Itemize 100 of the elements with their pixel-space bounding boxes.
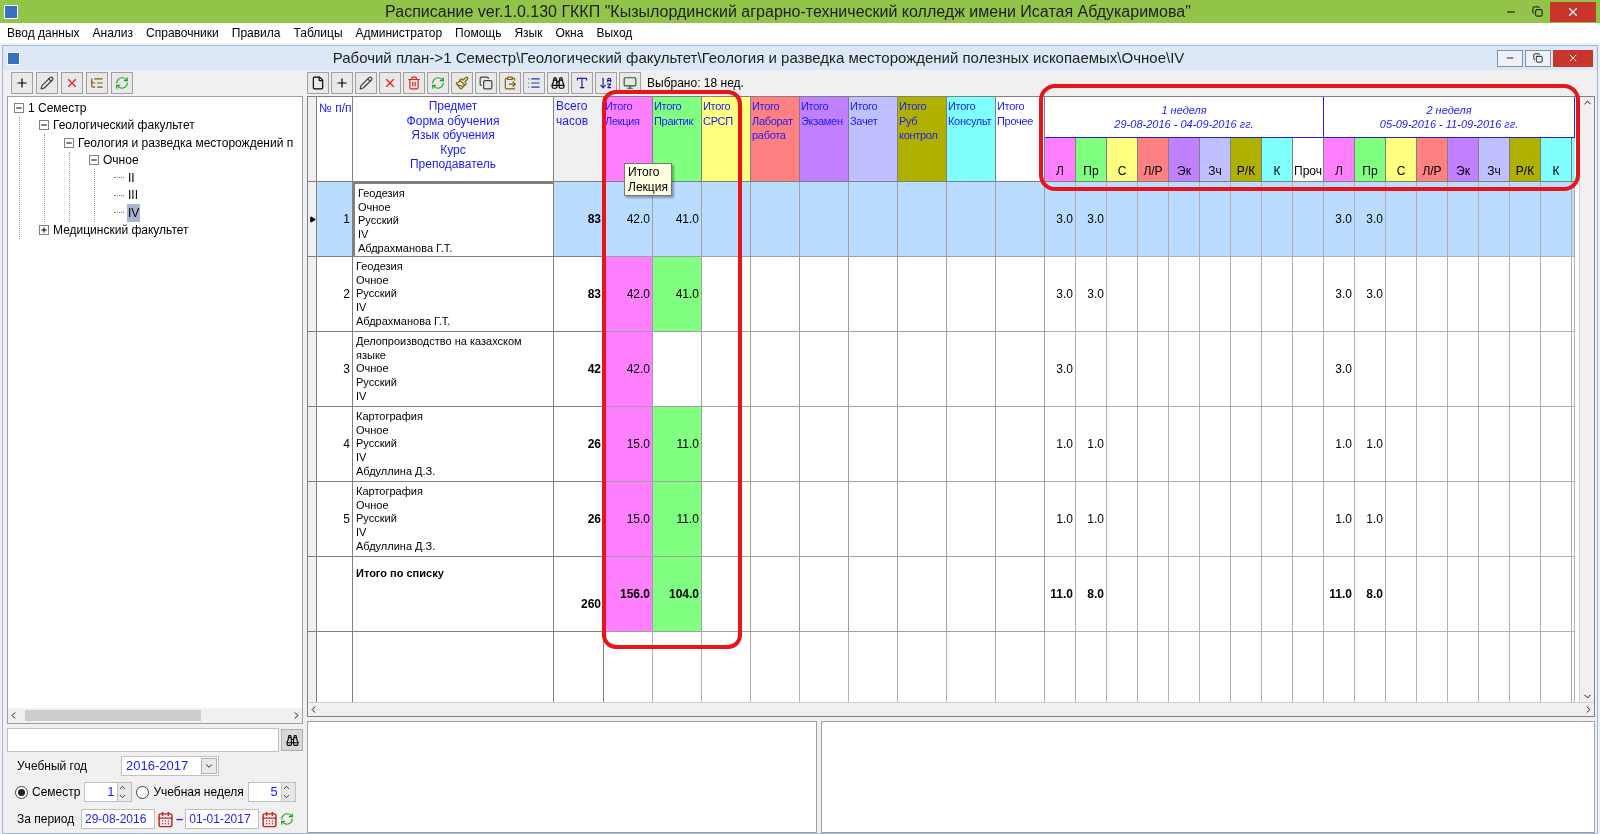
- add-button[interactable]: [11, 72, 33, 94]
- column-header[interactable]: С: [1107, 138, 1138, 182]
- menu-item[interactable]: Выход: [596, 24, 633, 42]
- new-button[interactable]: [307, 72, 329, 94]
- table-cell: 3.0: [1045, 182, 1076, 257]
- tree-item[interactable]: 1 Семестр: [27, 98, 88, 117]
- column-header[interactable]: Р/К: [1231, 138, 1262, 182]
- refresh-icon[interactable]: [280, 812, 295, 826]
- add-button[interactable]: [331, 72, 353, 94]
- table-row[interactable]: 5 Картография Очное Русский IV Абдуллина Д.З. 26 15.0 11.0 1.0 1.0 1.0 1.0: [308, 482, 1575, 557]
- table-cell: 11.0: [1045, 557, 1076, 632]
- column-header[interactable]: Итого Консульт: [947, 97, 996, 182]
- column-header[interactable]: Пр: [1076, 138, 1107, 182]
- table-row[interactable]: 3 Делопроизводство на казахском языке Очное Русский IV 42 42.0 3.0 3.0: [308, 332, 1575, 407]
- menu-item[interactable]: Анализ: [92, 24, 134, 42]
- column-header[interactable]: Предмет Форма обучения Язык обучения Курс Преподаватель: [353, 97, 554, 182]
- row-header[interactable]: [308, 182, 317, 257]
- search-field[interactable]: [7, 728, 279, 752]
- collapse-toggle[interactable]: [64, 137, 74, 148]
- radio-button[interactable]: [15, 785, 28, 799]
- collapse-toggle[interactable]: [14, 102, 24, 113]
- column-header[interactable]: Всего часов: [554, 97, 604, 182]
- tree-item[interactable]: Медицинский факультет: [52, 221, 190, 240]
- menu-item[interactable]: Таблицы: [293, 24, 343, 42]
- week-title: 1 неделя: [1161, 103, 1207, 117]
- tree-item[interactable]: Геология и разведка месторождений п: [77, 133, 295, 152]
- sort-button[interactable]: [595, 72, 617, 94]
- tree-item[interactable]: Очное: [102, 151, 140, 170]
- column-header[interactable]: Л/Р: [1138, 138, 1169, 182]
- column-header[interactable]: Итого Прочее: [996, 97, 1045, 182]
- close-button[interactable]: [1553, 49, 1593, 67]
- horizontal-scrollbar[interactable]: [8, 708, 302, 723]
- restore-button[interactable]: [1525, 49, 1551, 67]
- list-button[interactable]: [523, 72, 545, 94]
- collapse-toggle[interactable]: [39, 120, 49, 131]
- tree-item[interactable]: II: [127, 168, 136, 187]
- scrollbar-thumb[interactable]: [25, 710, 201, 721]
- radio-label[interactable]: Семестр: [32, 783, 81, 801]
- table-cell: 1.0: [1076, 482, 1107, 557]
- refresh-button[interactable]: [427, 72, 449, 94]
- column-header[interactable]: Итого СРСП: [702, 97, 751, 182]
- menu-item[interactable]: Помощь: [455, 24, 502, 42]
- column-header[interactable]: Р/К: [1510, 138, 1541, 182]
- find-button[interactable]: [547, 72, 569, 94]
- date-field[interactable]: 01-01-2017: [185, 809, 260, 829]
- number-spinner[interactable]: 1: [84, 782, 133, 802]
- refresh-button[interactable]: [111, 72, 133, 94]
- column-header[interactable]: К: [1541, 138, 1572, 182]
- header-line: Курс: [440, 142, 466, 157]
- table-cell: 1.0: [1076, 407, 1107, 482]
- menu-item[interactable]: Ввод данных: [7, 24, 80, 42]
- cell-line: Геодезия: [358, 187, 406, 201]
- radio-button[interactable]: [136, 785, 150, 799]
- year-dropdown[interactable]: 2016-2017: [121, 756, 219, 776]
- column-header[interactable]: Эк: [1448, 138, 1479, 182]
- header-line: Форма обучения: [406, 113, 500, 128]
- delete-button[interactable]: [379, 72, 401, 94]
- column-header[interactable]: Зч: [1200, 138, 1231, 182]
- menu-item[interactable]: Администратор: [355, 24, 443, 42]
- delete-all-button[interactable]: [403, 72, 425, 94]
- edit-button[interactable]: [355, 72, 377, 94]
- font-button[interactable]: [571, 72, 593, 94]
- tree-item[interactable]: Геологический факультет: [52, 116, 196, 135]
- column-header[interactable]: Проч: [1293, 138, 1324, 182]
- column-header[interactable]: Л: [1324, 138, 1355, 182]
- menu-item[interactable]: Язык: [514, 24, 543, 42]
- vertical-scrollbar[interactable]: [1579, 97, 1594, 702]
- delete-button[interactable]: [61, 72, 83, 94]
- edit-button[interactable]: [36, 72, 58, 94]
- menu-item[interactable]: Справочники: [146, 24, 219, 42]
- brush-button[interactable]: [451, 72, 473, 94]
- tree-item[interactable]: III: [127, 186, 139, 205]
- horizontal-scrollbar[interactable]: [308, 702, 1594, 716]
- column-header[interactable]: К: [1262, 138, 1293, 182]
- number-spinner[interactable]: 5: [247, 782, 296, 802]
- expand-toggle[interactable]: [39, 225, 49, 236]
- column-header[interactable]: Итого Зачет: [849, 97, 898, 182]
- table-row[interactable]: 4 Картография Очное Русский IV Абдуллина Д.З. 26 15.0 11.0 1.0 1.0 1.0 1.0: [308, 407, 1575, 482]
- column-header[interactable]: № п/п: [317, 97, 353, 182]
- date-field[interactable]: 29-08-2016: [81, 809, 155, 829]
- tree-item[interactable]: IV: [127, 203, 141, 222]
- collapse-toggle[interactable]: [89, 155, 99, 166]
- table-row[interactable]: 2 Геодезия Очное Русский IV Абдрахманова Г.Т. 83 42.0 41.0 3.0 3.0 3.0 3.0: [308, 257, 1575, 332]
- column-header[interactable]: С: [1386, 138, 1417, 182]
- calendar-icon[interactable]: [157, 810, 174, 828]
- column-header[interactable]: Пр: [1355, 138, 1386, 182]
- column-header[interactable]: Л/Р: [1417, 138, 1448, 182]
- calendar-icon[interactable]: [261, 810, 279, 828]
- menu-item[interactable]: Правила: [231, 24, 281, 42]
- radio-label[interactable]: Учебная неделя: [153, 783, 244, 801]
- paste-button[interactable]: [499, 72, 521, 94]
- menu-item[interactable]: Окна: [555, 24, 584, 42]
- close-button[interactable]: [1550, 1, 1596, 22]
- copy-button[interactable]: [475, 72, 497, 94]
- column-header[interactable]: Зч: [1479, 138, 1510, 182]
- column-header[interactable]: Эк: [1169, 138, 1200, 182]
- tree-button[interactable]: [86, 72, 108, 94]
- column-header[interactable]: Л: [1045, 138, 1076, 182]
- search-button[interactable]: [281, 729, 303, 751]
- table-cell: 1.0: [1324, 482, 1355, 557]
